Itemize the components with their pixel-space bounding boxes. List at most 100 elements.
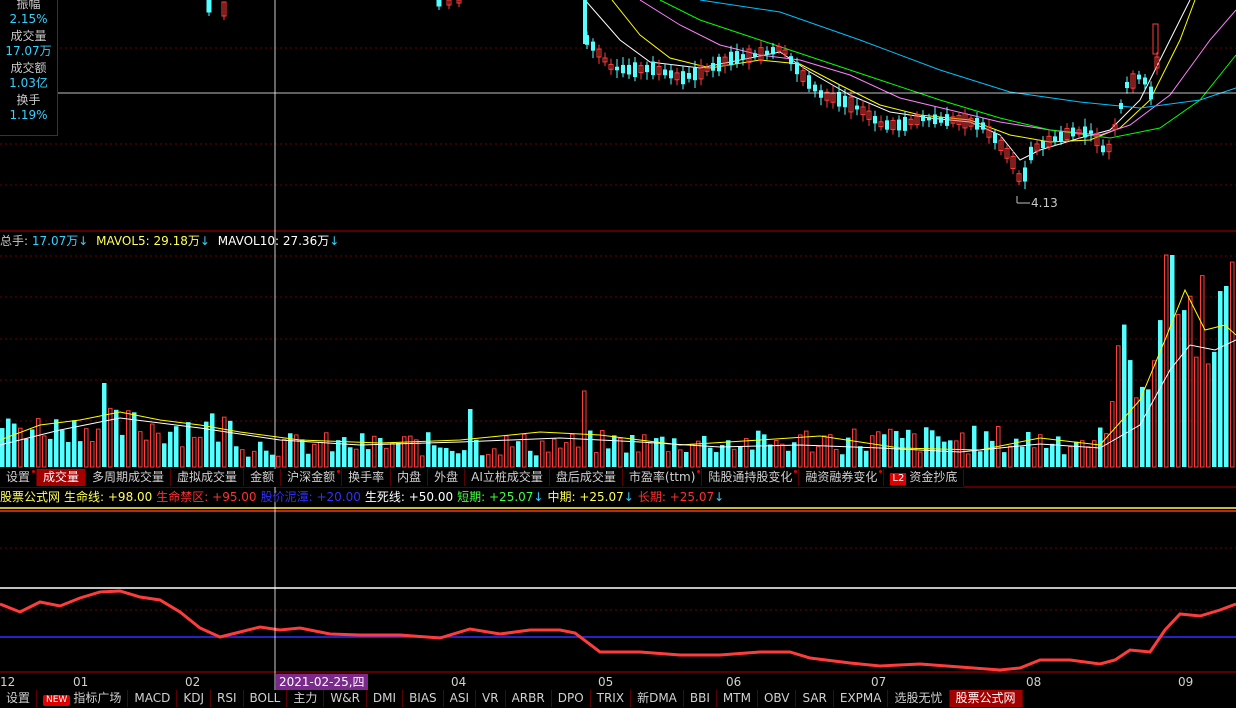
- candle-body-down: [885, 120, 889, 130]
- volume-tab-14[interactable]: L2 资金抄底: [884, 469, 965, 486]
- bottom-tab-12[interactable]: ARBR: [506, 690, 552, 707]
- mavol5-value: 29.18万: [153, 234, 200, 248]
- bottom-tab-22[interactable]: 股票公式网: [949, 690, 1023, 707]
- volume-bar-up: [918, 451, 923, 468]
- volume-tab-12[interactable]: 陆股通持股变化: [702, 469, 800, 486]
- bottom-tab-16[interactable]: BBI: [684, 690, 717, 707]
- bottom-tab-4[interactable]: RSI: [211, 690, 244, 707]
- bottom-tab-13[interactable]: DPO: [552, 690, 591, 707]
- bottom-tab-21[interactable]: 选股无忧: [888, 690, 950, 707]
- volume-tab-4[interactable]: 金额: [244, 469, 282, 486]
- bottom-tab-2[interactable]: MACD: [128, 690, 178, 707]
- volume-bar-up: [642, 434, 647, 468]
- volume-tab-8[interactable]: 外盘: [428, 469, 466, 486]
- bottom-tab-17[interactable]: MTM: [717, 690, 758, 707]
- candle-body-down: [735, 51, 739, 64]
- x-axis-label-feb: 02: [185, 675, 201, 689]
- volume-bar-up: [402, 436, 407, 468]
- volume-bar-up: [84, 428, 89, 468]
- volume-tab-3[interactable]: 虚拟成交量: [171, 469, 245, 486]
- x-axis-label-sep: 09: [1178, 675, 1194, 689]
- tab-label: 沪深金额: [287, 470, 336, 484]
- volume-bar-up: [666, 451, 671, 468]
- candle-body-down: [741, 54, 745, 59]
- volume-bar-down: [606, 448, 611, 467]
- bottom-tab-3[interactable]: KDJ: [177, 690, 211, 707]
- tab-label: 多周期成交量: [92, 470, 165, 484]
- tab-label: 新DMA: [637, 691, 677, 705]
- volume-tab-13[interactable]: 融资融券变化: [799, 469, 885, 486]
- volume-bar-down: [846, 437, 851, 467]
- volume-bar-down: [450, 450, 455, 467]
- volume-bar-up: [552, 438, 557, 468]
- bottom-tab-20[interactable]: EXPMA: [834, 690, 889, 707]
- candle-body-down: [206, 0, 212, 13]
- candle-body-down: [933, 114, 937, 125]
- volume-bar-up: [492, 448, 497, 468]
- volume-bar-up: [690, 443, 695, 468]
- volume-tab-1[interactable]: 成交量: [37, 469, 87, 486]
- indicator-item-label: 长期:: [637, 490, 670, 504]
- bottom-tab-5[interactable]: BOLL: [244, 690, 288, 707]
- candle-body-down: [939, 117, 943, 123]
- volume-tab-5[interactable]: 沪深金额: [281, 469, 343, 486]
- bottom-tab-10[interactable]: ASI: [444, 690, 477, 707]
- tab-label: 成交量: [43, 470, 80, 484]
- volume-bar-down: [426, 432, 431, 467]
- volume-bar-up: [96, 428, 101, 468]
- volume-bar-down: [54, 419, 59, 467]
- volume-indicator-tabs: 设置 成交量 多周期成交量 虚拟成交量 金额 沪深金额 换手率 内盘 外盘 AI立桩成交量 盘后成交…: [0, 469, 965, 487]
- x-axis-label-jul: 07: [871, 675, 887, 689]
- volume-tab-2[interactable]: 多周期成交量: [86, 469, 172, 486]
- bottom-tab-15[interactable]: 新DMA: [631, 690, 684, 707]
- volume-bar-up: [384, 447, 389, 468]
- indicator-item-label: 生命禁区:: [156, 490, 213, 504]
- volume-bar-down: [174, 426, 179, 467]
- volume-bar-down: [300, 439, 305, 467]
- volume-bar-down: [348, 447, 353, 467]
- bottom-tab-1[interactable]: NEW 指标广场: [37, 690, 129, 707]
- volume-bar-down: [396, 442, 401, 467]
- indicator-item-value: +25.07: [579, 490, 624, 504]
- bottom-tab-8[interactable]: DMI: [367, 690, 404, 707]
- bottom-indicator-tabs: 设置 NEW 指标广场 MACD KDJ RSI BOLL 主力 W&R DMI BIAS ASI VR…: [0, 690, 1023, 708]
- volume-bar-up: [324, 432, 329, 468]
- volume-tab-9[interactable]: AI立桩成交量: [465, 469, 550, 486]
- volume-bar-up: [282, 438, 287, 468]
- bottom-tab-14[interactable]: TRIX: [591, 690, 632, 707]
- volume-bar-down: [378, 437, 383, 467]
- volume-tab-7[interactable]: 内盘: [391, 469, 429, 486]
- bottom-tab-7[interactable]: W&R: [324, 690, 367, 707]
- volume-bar-up: [1194, 356, 1199, 468]
- volume-bar-down: [228, 420, 233, 467]
- bottom-tab-19[interactable]: SAR: [796, 690, 834, 707]
- candle-body-down: [1137, 74, 1141, 80]
- volume-tab-0[interactable]: 设置: [0, 469, 38, 486]
- tab-label: DPO: [557, 691, 584, 705]
- x-axis-label-apr: 04: [451, 675, 467, 689]
- volume-bar-up: [594, 452, 599, 468]
- chart-canvas[interactable]: 4.13: [0, 0, 1236, 707]
- volume-tab-6[interactable]: 换手率: [342, 469, 392, 486]
- candle-body-down: [975, 117, 979, 130]
- bottom-tab-9[interactable]: BIAS: [403, 690, 444, 707]
- candlesticks: [206, 0, 1160, 190]
- quote-info-panel: 振幅 2.15% 成交量 17.07万 成交额 1.03亿 换手 1.19%: [0, 0, 58, 136]
- volume-bar-up: [1080, 440, 1085, 468]
- volume-ma-lines: [0, 288, 1236, 453]
- volume-bar-up: [1200, 275, 1205, 468]
- volume-bar-up: [540, 440, 545, 468]
- volume-tab-11[interactable]: 市盈率(ttm): [623, 469, 703, 486]
- indicator-item-value: +25.07: [489, 490, 534, 504]
- volume-bar-down: [438, 447, 443, 467]
- volume-bar-down: [714, 452, 719, 467]
- bottom-tab-18[interactable]: OBV: [758, 690, 797, 707]
- bottom-tab-6[interactable]: 主力: [287, 690, 325, 707]
- volume-bar-up: [822, 435, 827, 468]
- volume-bar-up: [108, 407, 113, 468]
- volume-bar-down: [234, 446, 239, 467]
- bottom-tab-11[interactable]: VR: [476, 690, 506, 707]
- bottom-tab-0[interactable]: 设置: [0, 690, 38, 707]
- volume-tab-10[interactable]: 盘后成交量: [550, 469, 623, 486]
- tab-label: DMI: [372, 691, 397, 705]
